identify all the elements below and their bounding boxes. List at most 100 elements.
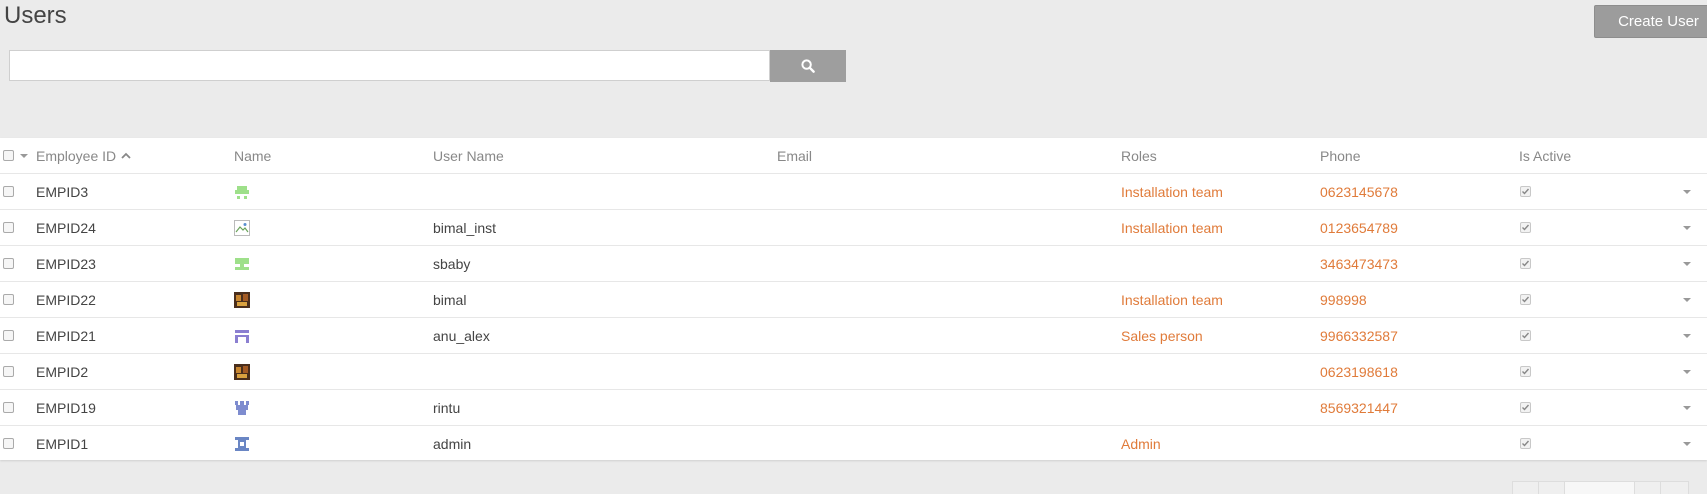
avatar: [234, 390, 250, 425]
avatar: [234, 318, 250, 353]
is-active-checkbox[interactable]: [1520, 318, 1531, 353]
caret-down-icon: [1683, 369, 1691, 374]
create-user-button[interactable]: Create User: [1594, 5, 1707, 38]
user-name-cell: anu_alex: [433, 327, 490, 344]
phone-link[interactable]: 0123654789: [1320, 210, 1398, 245]
row-actions-caret[interactable]: [1683, 210, 1691, 245]
search-icon: [801, 59, 815, 73]
avatar: [234, 246, 250, 281]
row-checkbox[interactable]: [3, 282, 14, 317]
pagination-next-button[interactable]: [1634, 481, 1662, 494]
employee-id-cell: EMPID2: [36, 363, 89, 380]
user-avatar-identicon: [235, 185, 249, 199]
check-icon: [1522, 440, 1530, 447]
row-checkbox[interactable]: [3, 246, 14, 281]
select-all-checkbox[interactable]: [3, 138, 14, 173]
caret-down-icon: [1683, 441, 1691, 446]
row-checkbox[interactable]: [3, 390, 14, 425]
row-checkbox[interactable]: [3, 318, 14, 353]
row-checkbox[interactable]: [3, 354, 14, 389]
phone-link[interactable]: 0623145678: [1320, 174, 1398, 209]
pagination-first-button[interactable]: [1512, 481, 1540, 494]
check-icon: [1522, 404, 1530, 411]
caret-down-icon: [1683, 225, 1691, 230]
check-icon: [1522, 332, 1530, 339]
search-button[interactable]: [770, 50, 846, 82]
role-link[interactable]: Installation team: [1121, 210, 1223, 245]
phone-link[interactable]: 8569321447: [1320, 390, 1398, 425]
header-user-name[interactable]: User Name: [433, 138, 504, 173]
header-name[interactable]: Name: [234, 138, 271, 173]
user-avatar-identicon: [235, 400, 249, 415]
row-actions-caret[interactable]: [1683, 354, 1691, 389]
table-row[interactable]: EMPID24 bimal_inst Installation team 012…: [0, 210, 1707, 246]
avatar: [234, 174, 250, 209]
row-checkbox[interactable]: [3, 426, 14, 461]
chevron-up-icon: [121, 152, 131, 159]
employee-id-cell: EMPID24: [36, 219, 96, 236]
table-row[interactable]: EMPID3 Installation team 0623145678: [0, 174, 1707, 210]
row-actions-caret[interactable]: [1683, 426, 1691, 461]
user-photo: [234, 363, 250, 380]
is-active-checkbox[interactable]: [1520, 282, 1531, 317]
is-active-checkbox[interactable]: [1520, 426, 1531, 461]
table-row[interactable]: EMPID2 0623198618: [0, 354, 1707, 390]
phone-link[interactable]: 998998: [1320, 282, 1367, 317]
row-actions-caret[interactable]: [1683, 282, 1691, 317]
is-active-checkbox[interactable]: [1520, 174, 1531, 209]
page-title: Users: [4, 2, 67, 29]
header-employee-id[interactable]: Employee ID: [36, 138, 132, 173]
table-row[interactable]: EMPID21 anu_alex Sales person 9966332587: [0, 318, 1707, 354]
role-link[interactable]: Installation team: [1121, 174, 1223, 209]
check-icon: [1522, 296, 1530, 303]
phone-link[interactable]: 0623198618: [1320, 354, 1398, 389]
row-checkbox[interactable]: [3, 174, 14, 209]
row-actions-caret[interactable]: [1683, 318, 1691, 353]
table-row[interactable]: EMPID23 sbaby 3463473473: [0, 246, 1707, 282]
header-phone[interactable]: Phone: [1320, 138, 1360, 173]
is-active-checkbox[interactable]: [1520, 354, 1531, 389]
row-actions-caret[interactable]: [1683, 390, 1691, 425]
is-active-checkbox[interactable]: [1520, 210, 1531, 245]
avatar: [234, 426, 250, 461]
header-roles[interactable]: Roles: [1121, 138, 1157, 173]
table-row[interactable]: EMPID1 admin Admin: [0, 426, 1707, 462]
user-avatar-identicon: [235, 257, 249, 270]
header-is-active[interactable]: Is Active: [1519, 138, 1571, 173]
header-employee-id-label: Employee ID: [36, 147, 117, 164]
pagination-prev-button[interactable]: [1538, 481, 1566, 494]
role-link[interactable]: Installation team: [1121, 282, 1223, 317]
user-avatar-identicon: [235, 436, 249, 451]
is-active-checkbox[interactable]: [1520, 390, 1531, 425]
check-icon: [1522, 368, 1530, 375]
avatar: [234, 282, 250, 317]
search-input[interactable]: [9, 50, 770, 81]
employee-id-cell: EMPID1: [36, 435, 89, 452]
pagination-page-field[interactable]: [1564, 481, 1636, 494]
user-name-cell: sbaby: [433, 255, 471, 272]
phone-link[interactable]: 9966332587: [1320, 318, 1398, 353]
table-row[interactable]: EMPID22 bimal Installation team 998998: [0, 282, 1707, 318]
row-actions-caret[interactable]: [1683, 246, 1691, 281]
user-name-cell: rintu: [433, 399, 461, 416]
table-header: Employee ID Name User Name Email Roles P…: [0, 138, 1707, 174]
table-row[interactable]: EMPID19 rintu 8569321447: [0, 390, 1707, 426]
avatar: [234, 354, 250, 389]
role-link[interactable]: Admin: [1121, 426, 1161, 461]
employee-id-cell: EMPID3: [36, 183, 89, 200]
caret-down-icon: [1683, 261, 1691, 266]
is-active-checkbox[interactable]: [1520, 246, 1531, 281]
user-name-cell: bimal_inst: [433, 219, 497, 236]
caret-down-icon: [1683, 405, 1691, 410]
select-menu-caret[interactable]: [20, 138, 28, 173]
avatar: [234, 210, 250, 245]
phone-link[interactable]: 3463473473: [1320, 246, 1398, 281]
check-icon: [1522, 260, 1530, 267]
pagination-last-button[interactable]: [1660, 481, 1689, 494]
header-email[interactable]: Email: [777, 138, 812, 173]
role-link[interactable]: Sales person: [1121, 318, 1203, 353]
row-checkbox[interactable]: [3, 210, 14, 245]
row-actions-caret[interactable]: [1683, 174, 1691, 209]
user-name-cell: bimal: [433, 291, 467, 308]
employee-id-cell: EMPID19: [36, 399, 96, 416]
